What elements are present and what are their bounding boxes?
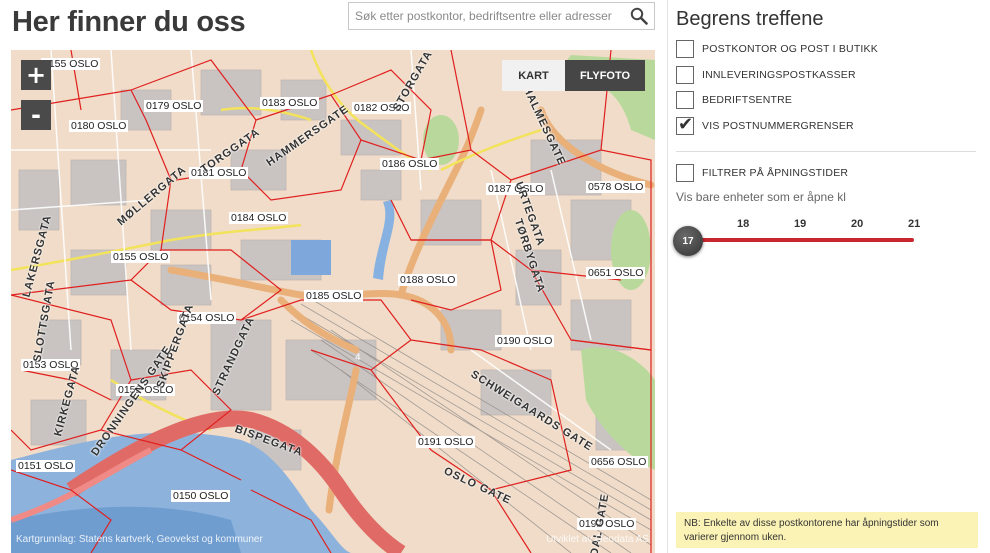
filter-postkontor[interactable]: POSTKONTOR OG POST I BUTIKK xyxy=(676,40,878,58)
postcode-label: 0656 OSLO xyxy=(589,456,649,468)
postcode-label: 0150 OSLO xyxy=(171,490,231,502)
road-number-label: 4 xyxy=(355,353,361,363)
checkbox-checked[interactable]: ✔ xyxy=(676,114,694,135)
map-credit[interactable]: Utviklet av Geodata AS xyxy=(546,534,649,545)
hours-slider-handle[interactable]: 17 xyxy=(673,226,703,256)
postcode-label: 0181 OSLO xyxy=(189,167,249,179)
slider-tick-label: 18 xyxy=(737,218,750,230)
search-input[interactable] xyxy=(349,3,619,29)
postcode-label: 0151 OSLO xyxy=(16,460,76,472)
filter-panel-title: Begrens treffene xyxy=(676,8,824,30)
checkbox[interactable] xyxy=(676,66,694,84)
hours-slider-track[interactable] xyxy=(694,238,914,242)
divider xyxy=(676,151,976,152)
filter-label: VIS POSTNUMMERGRENSER xyxy=(702,120,854,132)
filter-label: FILTRER PÅ ÅPNINGSTIDER xyxy=(702,167,849,179)
postcode-label: 0184 OSLO xyxy=(229,212,289,224)
page-title: Her finner du oss xyxy=(12,6,246,38)
postcode-label: 0179 OSLO xyxy=(144,100,204,112)
filter-label: BEDRIFTSENTRE xyxy=(702,94,793,106)
zoom-out-button[interactable]: - xyxy=(21,100,51,130)
hours-caption: Vis bare enheter som er åpne kl xyxy=(676,190,846,204)
filter-panel: Begrens treffene POSTKONTOR OG POST I BU… xyxy=(667,0,988,553)
filter-apningstider[interactable]: FILTRER PÅ ÅPNINGSTIDER xyxy=(676,164,848,182)
postcode-label: 0155 OSLO xyxy=(111,251,171,263)
filter-postnummergrenser[interactable]: ✔ VIS POSTNUMMERGRENSER xyxy=(676,114,854,135)
map-attribution: Kartgrunnlag: Statens kartverk, Geovekst… xyxy=(16,534,263,545)
filter-bedriftsentre[interactable]: BEDRIFTSENTRE xyxy=(676,91,792,109)
slider-tick-label: 19 xyxy=(794,218,807,230)
checkmark-icon: ✔ xyxy=(678,114,694,135)
slider-tick-label: 20 xyxy=(851,218,864,230)
map-view[interactable]: 4 0155 OSLO 0179 OSLO 0183 OSLO 0182 OSL… xyxy=(11,50,655,553)
filter-innleveringspostkasser[interactable]: INNLEVERINGSPOSTKASSER xyxy=(676,66,856,84)
search-box[interactable] xyxy=(348,2,655,30)
search-icon[interactable] xyxy=(628,6,650,26)
postcode-label: 0186 OSLO xyxy=(380,158,440,170)
postcode-label: 0651 OSLO xyxy=(586,267,646,279)
postcode-label: 0190 OSLO xyxy=(495,335,555,347)
slider-tick-label: 21 xyxy=(908,218,921,230)
postcode-label: 0183 OSLO xyxy=(260,97,320,109)
postcode-label: 0188 OSLO xyxy=(398,274,458,286)
postcode-label: 0180 OSLO xyxy=(69,120,129,132)
filter-label: POSTKONTOR OG POST I BUTIKK xyxy=(702,43,878,55)
opening-hours-note: NB: Enkelte av disse postkontorene har å… xyxy=(676,512,978,548)
postcode-label: 0578 OSLO xyxy=(586,181,646,193)
checkbox[interactable] xyxy=(676,164,694,182)
postcode-label: 0185 OSLO xyxy=(304,290,364,302)
checkbox[interactable] xyxy=(676,91,694,109)
layer-switcher: KART FLYFOTO xyxy=(502,60,645,91)
zoom-in-button[interactable]: + xyxy=(21,60,51,90)
checkbox[interactable] xyxy=(676,40,694,58)
layer-kart-button[interactable]: KART xyxy=(502,60,565,91)
postcode-label: 0191 OSLO xyxy=(416,436,476,448)
layer-flyfoto-button[interactable]: FLYFOTO xyxy=(565,60,645,91)
filter-label: INNLEVERINGSPOSTKASSER xyxy=(702,69,856,81)
